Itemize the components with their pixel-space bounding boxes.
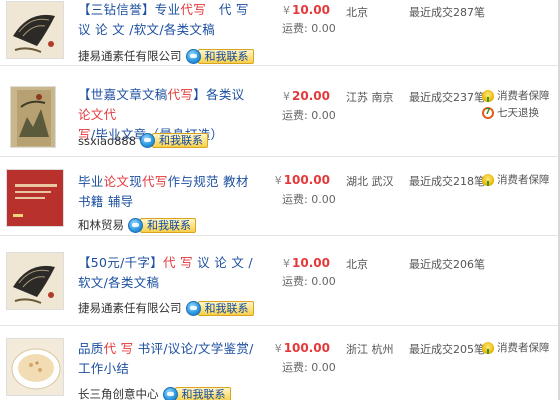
listing-title-link[interactable]: 毕业论文现代写作与规范 教材书籍 辅导: [78, 172, 256, 212]
recent-sales-count: 最近成交287笔: [409, 6, 485, 19]
contact-me-button[interactable]: 和我联系: [185, 48, 254, 64]
seller-location: 北京: [346, 6, 368, 19]
seller-location: 浙江 杭州: [346, 343, 394, 356]
price: ¥20.00: [283, 89, 330, 103]
consumer-guarantee-icon: [482, 341, 494, 354]
seller-location: 江苏 南京: [346, 91, 394, 104]
shipping-fee: 运费: 0.00: [282, 109, 336, 122]
listing-row: 品质代 写 书评/议论/文学鉴赏/工作小结 长三角创意中心 和我联系 ¥100.…: [0, 326, 560, 400]
consumer-guarantee-badge[interactable]: 消费者保障: [482, 340, 550, 355]
seller-name-link[interactable]: ssxiao888: [78, 134, 136, 148]
listing-row: 【50元/千字】代 写 议 论 文 /软文/各类文稿 捷易通素任有限公司 和我联…: [0, 236, 560, 326]
chat-icon: [185, 48, 201, 64]
calligraphy-fan-image[interactable]: [6, 1, 64, 59]
contact-me-button[interactable]: 和我联系: [140, 133, 209, 148]
seller-line: 捷易通素任有限公司 和我联系: [78, 300, 254, 316]
seller-line: 和林贸易 和我联系: [78, 217, 196, 233]
red-book-cover-image[interactable]: [6, 169, 64, 227]
chat-icon: [140, 133, 156, 148]
consumer-guarantee-badge[interactable]: 消费者保障: [482, 88, 550, 103]
price: ¥10.00: [283, 3, 330, 17]
seller-line: ssxiao888 和我联系: [78, 133, 209, 148]
contact-me-button[interactable]: 和我联系: [162, 386, 231, 400]
listing-title-link[interactable]: 品质代 写 书评/议论/文学鉴赏/工作小结: [78, 339, 256, 379]
contact-me-button[interactable]: 和我联系: [128, 217, 196, 233]
seller-name-link[interactable]: 长三角创意中心: [78, 386, 159, 400]
seller-line: 捷易通素任有限公司 和我联系: [78, 48, 254, 64]
shipping-fee: 运费: 0.00: [282, 275, 336, 288]
chat-icon: [162, 386, 178, 400]
price: ¥100.00: [274, 173, 330, 187]
listing-row: 毕业论文现代写作与规范 教材书籍 辅导 和林贸易 和我联系 ¥100.00 运费…: [0, 157, 560, 236]
calligraphy-fan-image[interactable]: [6, 252, 64, 310]
consumer-guarantee-icon: [482, 173, 494, 186]
price: ¥100.00: [274, 341, 330, 355]
contact-me-button[interactable]: 和我联系: [185, 300, 254, 316]
price: ¥10.00: [283, 256, 330, 270]
landscape-scroll-image[interactable]: [10, 86, 56, 148]
consumer-guarantee-icon: [482, 89, 494, 102]
listing-title-link[interactable]: 【三钻信誉】专业代写 代 写 议 论 文 /软文/各类文稿: [78, 0, 256, 40]
listing-row: 【三钻信誉】专业代写 代 写 议 论 文 /软文/各类文稿 捷易通素任有限公司 …: [0, 0, 560, 66]
recent-sales-count: 最近成交218笔: [409, 175, 485, 188]
consumer-guarantee-badge[interactable]: 消费者保障: [482, 172, 550, 187]
seller-line: 长三角创意中心 和我联系: [78, 386, 231, 400]
seven-day-return-icon: [482, 106, 494, 119]
seller-location: 北京: [346, 258, 368, 271]
seven-day-return-badge[interactable]: 七天退换: [482, 105, 539, 120]
porridge-bowl-image[interactable]: [6, 338, 64, 396]
recent-sales-count: 最近成交206笔: [409, 258, 485, 271]
seller-name-link[interactable]: 和林贸易: [78, 217, 124, 233]
listing-results: 【三钻信誉】专业代写 代 写 议 论 文 /软文/各类文稿 捷易通素任有限公司 …: [0, 0, 560, 400]
seller-name-link[interactable]: 捷易通素任有限公司: [78, 300, 182, 316]
recent-sales-count: 最近成交205笔: [409, 343, 485, 356]
chat-icon: [185, 300, 201, 316]
listing-title-link[interactable]: 【50元/千字】代 写 议 论 文 /软文/各类文稿: [78, 253, 256, 293]
recent-sales-count: 最近成交237笔: [409, 91, 485, 104]
shipping-fee: 运费: 0.00: [282, 361, 336, 374]
seller-name-link[interactable]: 捷易通素任有限公司: [78, 48, 182, 64]
shipping-fee: 运费: 0.00: [282, 22, 336, 35]
shipping-fee: 运费: 0.00: [282, 193, 336, 206]
listing-row: 【世嘉文章文稿代写】各类议论文代写/毕业文章（量身打造） ssxiao888 和…: [0, 66, 560, 157]
seller-location: 湖北 武汉: [346, 175, 394, 188]
chat-icon: [128, 217, 143, 233]
